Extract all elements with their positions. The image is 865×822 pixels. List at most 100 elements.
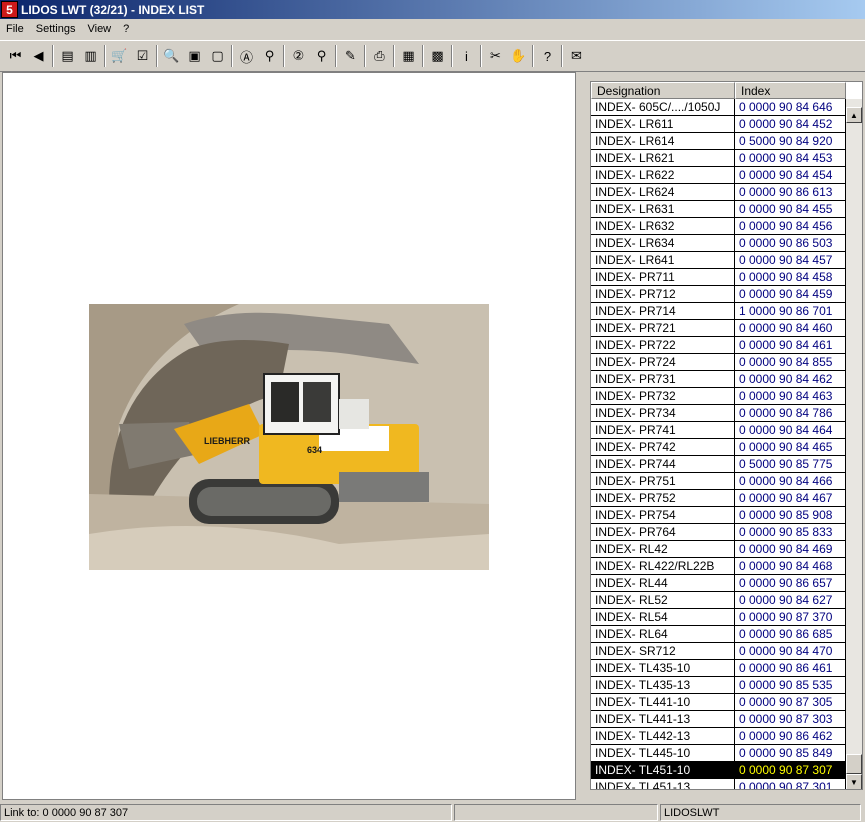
list-row[interactable]: INDEX- RL44 0 0000 90 86 657 — [591, 575, 846, 592]
scroll-down-button[interactable]: ▼ — [846, 774, 862, 789]
mail-icon[interactable]: ✉ — [566, 45, 588, 67]
search-a-next-icon[interactable]: ⚲ — [259, 45, 281, 67]
list-row[interactable]: INDEX- PR744 0 5000 90 85 775 — [591, 456, 846, 473]
first-page-icon[interactable]: ⏮ — [5, 45, 27, 67]
row-index: 0 0000 90 86 461 — [735, 660, 846, 677]
list-row[interactable]: INDEX- LR631 0 0000 90 84 455 — [591, 201, 846, 218]
row-index: 0 0000 90 84 465 — [735, 439, 846, 456]
list-row[interactable]: INDEX- PR724 0 0000 90 84 855 — [591, 354, 846, 371]
list-row[interactable]: INDEX- TL451-13 0 0000 90 87 301 — [591, 779, 846, 789]
row-index: 0 0000 90 84 467 — [735, 490, 846, 507]
list-row[interactable]: INDEX- SR712 0 0000 90 84 470 — [591, 643, 846, 660]
row-designation: INDEX- RL42 — [591, 541, 735, 558]
menu-file[interactable]: File — [0, 19, 30, 39]
list-row[interactable]: INDEX- RL42 0 0000 90 84 469 — [591, 541, 846, 558]
row-designation: INDEX- PR734 — [591, 405, 735, 422]
list-row[interactable]: INDEX- PR752 0 0000 90 84 467 — [591, 490, 846, 507]
list-row[interactable]: INDEX- PR722 0 0000 90 84 461 — [591, 337, 846, 354]
list-row[interactable]: INDEX- TL435-13 0 0000 90 85 535 — [591, 677, 846, 694]
list-row[interactable]: INDEX- TL435-10 0 0000 90 86 461 — [591, 660, 846, 677]
menu-settings[interactable]: Settings — [30, 19, 82, 39]
grid-blue-icon[interactable]: ▩ — [427, 45, 449, 67]
header-designation[interactable]: Designation — [591, 82, 735, 99]
list-row[interactable]: INDEX- PR764 0 0000 90 85 833 — [591, 524, 846, 541]
list-row[interactable]: INDEX- PR711 0 0000 90 84 458 — [591, 269, 846, 286]
grid-red-icon[interactable]: ▦ — [398, 45, 420, 67]
list-row[interactable]: INDEX- TL441-13 0 0000 90 87 303 — [591, 711, 846, 728]
document-forward-icon[interactable]: ▥ — [80, 45, 102, 67]
row-designation: INDEX- PR751 — [591, 473, 735, 490]
list-row[interactable]: INDEX- PR732 0 0000 90 84 463 — [591, 388, 846, 405]
list-row-selected[interactable]: INDEX- TL451-10 0 0000 90 87 307 — [591, 762, 846, 779]
row-designation: INDEX- RL422/RL22B — [591, 558, 735, 575]
list-row[interactable]: INDEX- PR751 0 0000 90 84 466 — [591, 473, 846, 490]
menu-view[interactable]: View — [81, 19, 117, 39]
search-a-icon[interactable]: Ⓐ — [236, 45, 258, 67]
search-2-next-icon[interactable]: ⚲ — [311, 45, 333, 67]
list-row[interactable]: INDEX- LR611 0 0000 90 84 452 — [591, 116, 846, 133]
previous-page-icon[interactable]: ◀ — [28, 45, 50, 67]
vertical-scrollbar[interactable]: ▲ ▼ — [846, 99, 862, 789]
row-index: 0 0000 90 85 849 — [735, 745, 846, 762]
print-icon[interactable]: ⎙ — [369, 45, 391, 67]
row-index: 0 0000 90 84 466 — [735, 473, 846, 490]
list-row[interactable]: INDEX- PR721 0 0000 90 84 460 — [591, 320, 846, 337]
fit-width-icon[interactable]: ▢ — [207, 45, 229, 67]
row-designation: INDEX- PR764 — [591, 524, 735, 541]
list-row[interactable]: INDEX- RL54 0 0000 90 87 370 — [591, 609, 846, 626]
row-designation: INDEX- TL451-13 — [591, 779, 735, 789]
list-row[interactable]: INDEX- LR622 0 0000 90 84 454 — [591, 167, 846, 184]
list-row[interactable]: INDEX- PR731 0 0000 90 84 462 — [591, 371, 846, 388]
list-row[interactable]: INDEX- LR614 0 5000 90 84 920 — [591, 133, 846, 150]
row-index: 0 0000 90 84 452 — [735, 116, 846, 133]
list-row[interactable]: INDEX- PR742 0 0000 90 84 465 — [591, 439, 846, 456]
tools-icon[interactable]: ✂ — [485, 45, 507, 67]
search-2-icon[interactable]: ② — [288, 45, 310, 67]
row-index: 0 5000 90 85 775 — [735, 456, 846, 473]
row-designation: INDEX- PR722 — [591, 337, 735, 354]
info-icon[interactable]: i — [456, 45, 478, 67]
toolbar-separator — [561, 45, 563, 67]
list-row[interactable]: INDEX- TL442-13 0 0000 90 86 462 — [591, 728, 846, 745]
list-row[interactable]: INDEX- LR632 0 0000 90 84 456 — [591, 218, 846, 235]
row-designation: INDEX- PR744 — [591, 456, 735, 473]
list-row[interactable]: INDEX- PR714 1 0000 90 86 701 — [591, 303, 846, 320]
notes-icon[interactable]: ✎ — [340, 45, 362, 67]
list-row[interactable]: INDEX- 605C/..../1050J 0 0000 90 84 646 — [591, 99, 846, 116]
row-index: 0 0000 90 84 459 — [735, 286, 846, 303]
checklist-icon[interactable]: ☑ — [132, 45, 154, 67]
list-row[interactable]: INDEX- RL52 0 0000 90 84 627 — [591, 592, 846, 609]
list-row[interactable]: INDEX- RL64 0 0000 90 86 685 — [591, 626, 846, 643]
row-designation: INDEX- TL441-13 — [591, 711, 735, 728]
row-index: 0 0000 90 84 461 — [735, 337, 846, 354]
handshake-icon[interactable]: ✋ — [508, 45, 530, 67]
row-index: 0 0000 90 84 460 — [735, 320, 846, 337]
row-designation: INDEX- PR742 — [591, 439, 735, 456]
zoom-in-icon[interactable]: 🔍 — [161, 45, 183, 67]
row-designation: INDEX- PR712 — [591, 286, 735, 303]
list-row[interactable]: INDEX- TL441-10 0 0000 90 87 305 — [591, 694, 846, 711]
pane-splitter[interactable] — [577, 72, 583, 800]
menu-help[interactable]: ? — [117, 19, 135, 39]
scroll-up-button[interactable]: ▲ — [846, 107, 862, 123]
status-bar: Link to: 0 0000 90 87 307 LIDOSLWT — [0, 802, 865, 822]
list-row[interactable]: INDEX- TL445-10 0 0000 90 85 849 — [591, 745, 846, 762]
row-index: 0 0000 90 84 786 — [735, 405, 846, 422]
list-row[interactable]: INDEX- RL422/RL22B 0 0000 90 84 468 — [591, 558, 846, 575]
list-row[interactable]: INDEX- PR734 0 0000 90 84 786 — [591, 405, 846, 422]
list-row[interactable]: INDEX- LR621 0 0000 90 84 453 — [591, 150, 846, 167]
scroll-thumb[interactable] — [846, 754, 862, 774]
help-icon[interactable]: ? — [537, 45, 559, 67]
row-index: 0 0000 90 87 307 — [735, 762, 846, 779]
list-row[interactable]: INDEX- LR641 0 0000 90 84 457 — [591, 252, 846, 269]
list-row[interactable]: INDEX- LR634 0 0000 90 86 503 — [591, 235, 846, 252]
cart-icon[interactable]: 🛒 — [109, 45, 131, 67]
header-index[interactable]: Index — [735, 82, 846, 99]
list-row[interactable]: INDEX- LR624 0 0000 90 86 613 — [591, 184, 846, 201]
fit-page-icon[interactable]: ▣ — [184, 45, 206, 67]
row-designation: INDEX- PR721 — [591, 320, 735, 337]
document-back-icon[interactable]: ▤ — [57, 45, 79, 67]
list-row[interactable]: INDEX- PR754 0 0000 90 85 908 — [591, 507, 846, 524]
list-row[interactable]: INDEX- PR712 0 0000 90 84 459 — [591, 286, 846, 303]
list-row[interactable]: INDEX- PR741 0 0000 90 84 464 — [591, 422, 846, 439]
